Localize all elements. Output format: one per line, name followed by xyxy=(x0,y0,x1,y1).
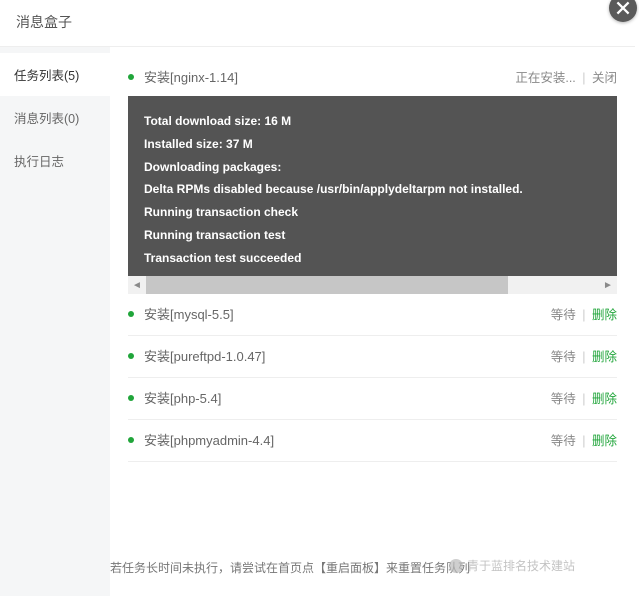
status-dot-icon xyxy=(128,311,134,317)
status-dot-icon xyxy=(128,353,134,359)
task-status: 等待 xyxy=(551,308,576,322)
task-label: 安装[phpmyadmin-4.4] xyxy=(144,430,551,449)
task-label: 安装[pureftpd-1.0.47] xyxy=(144,346,551,365)
watermark-text: 青于蓝排名技术建站 xyxy=(467,557,575,574)
task-delete-button[interactable]: 删除 xyxy=(592,308,617,322)
console-line: Downloading packages: xyxy=(144,156,601,179)
separator: | xyxy=(582,434,585,448)
sidebar-item-label: 执行日志 xyxy=(14,155,64,169)
main-content: 安装[nginx-1.14] 正在安装... | 关闭 Total downlo… xyxy=(110,47,635,596)
separator: | xyxy=(582,350,585,364)
scroll-thumb[interactable] xyxy=(146,276,508,294)
sidebar-item-tasks[interactable]: 任务列表(5) xyxy=(0,53,110,96)
task-status: 等待 xyxy=(551,434,576,448)
task-label: 安装[mysql-5.5] xyxy=(144,304,551,323)
console-line: Transaction test succeeded xyxy=(144,247,601,270)
sidebar: 任务列表(5) 消息列表(0) 执行日志 xyxy=(0,47,110,596)
task-delete-button[interactable]: 删除 xyxy=(592,434,617,448)
task-status: 等待 xyxy=(551,392,576,406)
watermark: 青于蓝排名技术建站 xyxy=(449,557,575,574)
sidebar-item-messages[interactable]: 消息列表(0) xyxy=(0,96,110,139)
console-output: Total download size: 16 MInstalled size:… xyxy=(128,96,617,276)
separator: | xyxy=(582,308,585,322)
wechat-icon xyxy=(449,559,463,573)
dialog-title: 消息盒子 xyxy=(0,0,635,46)
console-scrollbar[interactable]: ◄ ► xyxy=(128,276,617,294)
task-status: 正在安装... xyxy=(515,71,575,85)
separator: | xyxy=(582,71,585,85)
scroll-left-icon[interactable]: ◄ xyxy=(128,276,146,294)
console-line: Total download size: 16 M xyxy=(144,110,601,133)
task-label: 安装[php-5.4] xyxy=(144,388,551,407)
sidebar-item-label: 任务列表(5) xyxy=(14,69,79,83)
console-line: Installed size: 37 M xyxy=(144,133,601,156)
scroll-track[interactable] xyxy=(146,276,599,294)
task-close-button[interactable]: 关闭 xyxy=(592,71,617,85)
console-line: Running transaction check xyxy=(144,201,601,224)
task-label: 安装[nginx-1.14] xyxy=(144,67,515,86)
scroll-right-icon[interactable]: ► xyxy=(599,276,617,294)
console-line: Delta RPMs disabled because /usr/bin/app… xyxy=(144,178,601,201)
footer-note: 若任务长时间未执行，请尝试在首页点【重启面板】来重置任务队列 xyxy=(110,559,470,576)
sidebar-item-label: 消息列表(0) xyxy=(14,112,79,126)
status-dot-icon xyxy=(128,74,134,80)
task-delete-button[interactable]: 删除 xyxy=(592,392,617,406)
console-line: Running transaction test xyxy=(144,224,601,247)
status-dot-icon xyxy=(128,395,134,401)
task-status: 等待 xyxy=(551,350,576,364)
separator: | xyxy=(582,392,585,406)
task-delete-button[interactable]: 删除 xyxy=(592,350,617,364)
sidebar-item-logs[interactable]: 执行日志 xyxy=(0,139,110,182)
status-dot-icon xyxy=(128,437,134,443)
